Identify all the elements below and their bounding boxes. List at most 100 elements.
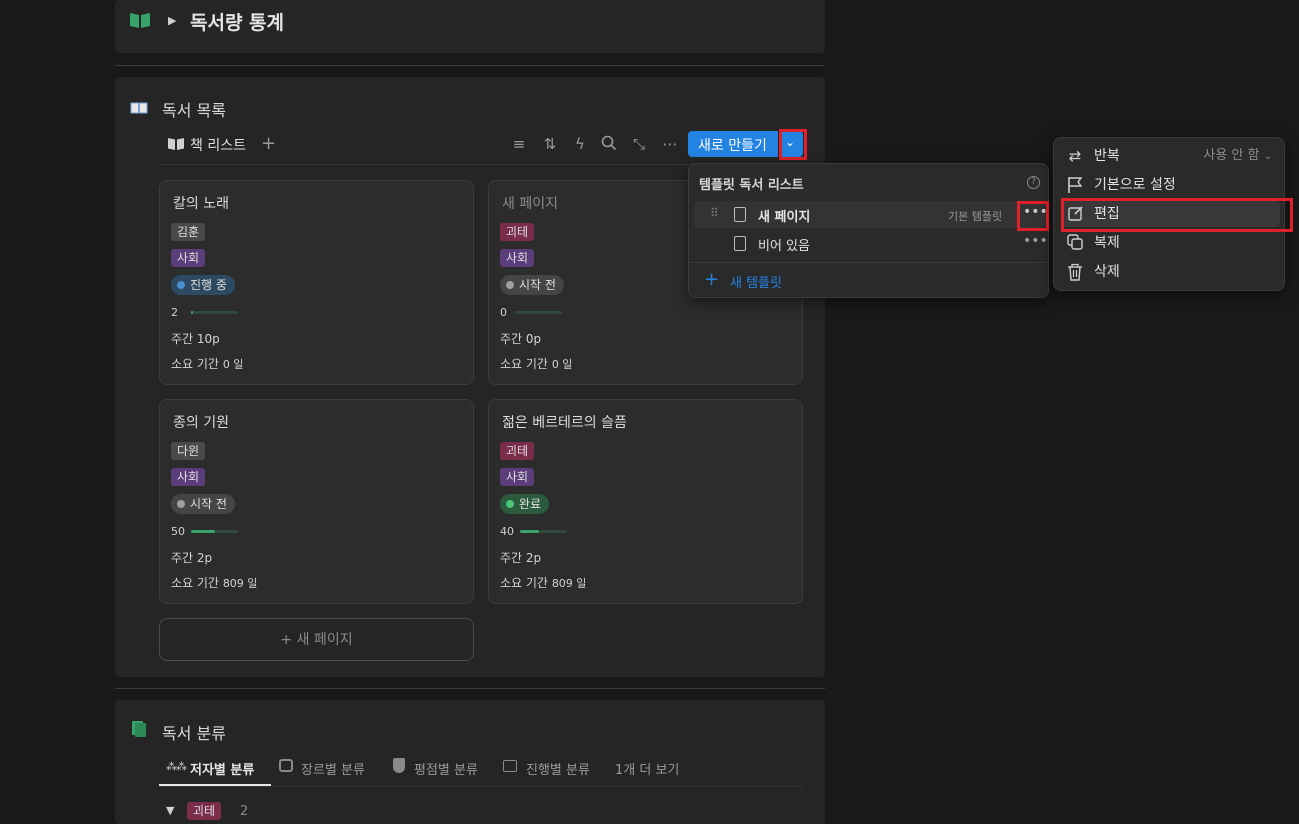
search-icon[interactable] xyxy=(600,135,618,153)
tab-book-list[interactable]: 책 리스트 xyxy=(190,135,246,155)
duration: 소요 기간 809 일 xyxy=(500,574,586,591)
status-badge: 시작 전 xyxy=(500,275,564,295)
progress-bar xyxy=(191,311,238,314)
duration-value: 809 일 xyxy=(551,577,587,590)
progress-value: 50 xyxy=(171,525,185,538)
status-badge: 시작 전 xyxy=(171,494,235,514)
repeat-value: 사용 안 함 ⌄ xyxy=(1203,143,1272,170)
duration-label: 소요 기간 xyxy=(500,357,548,371)
menu-item-label: 복제 xyxy=(1094,235,1120,251)
add-page-label: + 새 페이지 xyxy=(280,632,353,648)
add-page-button[interactable]: + 새 페이지 xyxy=(159,618,474,661)
duration-label: 소요 기간 xyxy=(171,576,219,590)
menu-item-duplicate[interactable]: 복제 xyxy=(1054,230,1284,256)
new-button-label: 새로 만들기 xyxy=(698,138,767,154)
status-label: 시작 전 xyxy=(519,278,556,292)
reading-list-title: 독서 목록 xyxy=(162,101,226,120)
tab-by-genre[interactable]: 장르별 분류 xyxy=(301,759,365,778)
drag-handle-icon[interactable]: ⠿ xyxy=(710,206,719,220)
menu-item-set-default[interactable]: 기본으로 설정 xyxy=(1054,172,1284,198)
progress-bar xyxy=(515,311,562,314)
automation-bolt-icon[interactable]: ϟ xyxy=(571,135,589,153)
status-dot-icon xyxy=(177,281,185,289)
divider xyxy=(115,65,825,66)
author-tag: 괴테 xyxy=(500,223,535,241)
template-item[interactable]: 비어 있음 ••• xyxy=(694,230,1048,257)
book-open-icon xyxy=(129,11,151,29)
repeat-icon: ⇄ xyxy=(1068,147,1082,165)
progress-value: 0 xyxy=(500,306,507,319)
filter-icon[interactable]: ≡ xyxy=(510,135,528,153)
expand-icon[interactable]: ⤡ xyxy=(630,135,648,153)
progress-bar xyxy=(520,530,567,533)
page-icon xyxy=(734,207,746,222)
more-options-icon[interactable]: ⋯ xyxy=(661,135,679,153)
progress-value: 40 xyxy=(500,525,514,538)
menu-divider xyxy=(689,262,1048,263)
menu-item-delete[interactable]: 삭제 xyxy=(1054,259,1284,285)
duration-label: 소요 기간 xyxy=(500,576,548,590)
chevron-down-icon: ⌄ xyxy=(1263,151,1272,162)
classification-title: 독서 분류 xyxy=(162,724,226,743)
weekly-pages: 주간 10p xyxy=(171,332,220,346)
status-badge: 완료 xyxy=(500,494,550,514)
open-book-icon xyxy=(130,99,148,114)
weekly-pages: 주간 2p xyxy=(500,551,542,565)
template-menu-title: 템플릿 독서 리스트 xyxy=(699,178,804,193)
status-badge: 진행 중 xyxy=(171,275,235,295)
highlight-box xyxy=(779,129,807,160)
people-icon: ⁂⁂ xyxy=(166,760,187,773)
page-title: 독서량 통계 xyxy=(190,12,285,34)
new-button[interactable]: 새로 만들기 xyxy=(688,131,778,157)
author-tag: 김훈 xyxy=(171,223,206,241)
book-card[interactable]: 젊은 베르테르의 슬픔 괴테 사회 완료 40 주간 2p 소요 기간 809 … xyxy=(488,399,803,604)
columns-icon xyxy=(503,760,517,772)
template-item[interactable]: ⠿ 새 페이지 기본 템플릿 ••• xyxy=(694,201,1048,228)
highlight-box xyxy=(1017,201,1049,231)
toggle-triangle-icon[interactable]: ▶ xyxy=(168,14,176,27)
tab-by-rating[interactable]: 평점별 분류 xyxy=(414,759,478,778)
card-title: 젊은 베르테르의 슬픔 xyxy=(502,415,627,431)
status-dot-icon xyxy=(177,500,185,508)
template-menu: 템플릿 독서 리스트 ? ⠿ 새 페이지 기본 템플릿 ••• 비어 있음 ••… xyxy=(688,163,1049,298)
status-label: 진행 중 xyxy=(190,278,227,292)
weekly-pages: 주간 0p xyxy=(500,332,542,346)
progress-fill xyxy=(520,530,539,533)
divider xyxy=(115,688,825,689)
status-label: 완료 xyxy=(519,497,542,511)
flag-icon xyxy=(1066,176,1084,194)
genre-tag: 사회 xyxy=(171,468,206,486)
book-card[interactable]: 종의 기원 다윈 사회 시작 전 50 주간 2p 소요 기간 809 일 xyxy=(159,399,474,604)
duration-value: 809 일 xyxy=(222,577,258,590)
status-dot-icon xyxy=(506,281,514,289)
status-dot-icon xyxy=(506,500,514,508)
card-title: 종의 기원 xyxy=(173,415,229,431)
genre-tag: 사회 xyxy=(500,249,535,267)
plus-icon: + xyxy=(704,269,720,290)
duplicate-icon xyxy=(1066,234,1084,252)
tab-by-author[interactable]: 저자별 분류 xyxy=(190,759,254,778)
books-icon xyxy=(131,720,147,738)
sort-icon[interactable]: ⇅ xyxy=(541,135,559,153)
genre-tag: 사회 xyxy=(171,249,206,267)
trash-icon xyxy=(1066,263,1084,281)
weekly-pages: 주간 2p xyxy=(171,551,213,565)
duration: 소요 기간 809 일 xyxy=(171,574,257,591)
tabs-divider xyxy=(159,786,803,787)
menu-item-repeat[interactable]: ⇄ 반복 사용 안 함 ⌄ xyxy=(1054,143,1284,169)
card-title: 새 페이지 xyxy=(502,196,558,212)
help-icon[interactable]: ? xyxy=(1027,176,1040,189)
tab-more[interactable]: 1개 더 보기 xyxy=(615,759,679,778)
tab-by-progress[interactable]: 진행별 분류 xyxy=(526,759,590,778)
template-item-label: 비어 있음 xyxy=(758,239,810,254)
group-count: 2 xyxy=(240,804,249,819)
status-label: 시작 전 xyxy=(190,497,227,511)
more-options-icon[interactable]: ••• xyxy=(1023,233,1048,249)
group-toggle-icon[interactable]: ▼ xyxy=(166,804,174,817)
duration: 소요 기간 0 일 xyxy=(171,355,243,372)
duration-label: 소요 기간 xyxy=(171,357,219,371)
add-view-icon[interactable]: + xyxy=(261,133,276,154)
new-template-button[interactable]: + 새 템플릿 xyxy=(694,268,1045,294)
progress-fill xyxy=(191,530,215,533)
book-card[interactable]: 칼의 노래 김훈 사회 진행 중 2 주간 10p 소요 기간 0 일 xyxy=(159,180,474,385)
